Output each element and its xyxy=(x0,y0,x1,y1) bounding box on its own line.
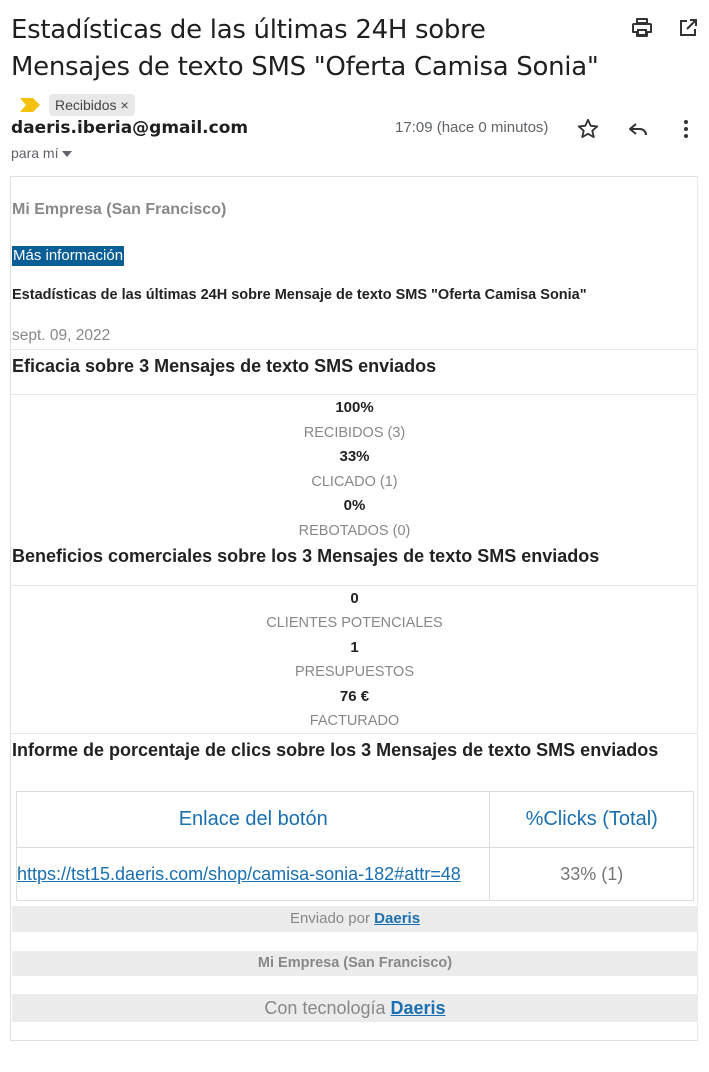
divider xyxy=(11,394,698,395)
leads-value: 0 xyxy=(350,590,359,607)
sent-by-footer: Enviado por Daeris xyxy=(12,906,698,932)
stats-title: Estadísticas de las últimas 24H sobre Me… xyxy=(12,287,587,303)
sent-by-text: Enviado por xyxy=(289,910,370,927)
clicks-heading: Informe de porcentaje de clics sobre los… xyxy=(12,740,659,760)
clicked-value: 33% xyxy=(339,448,370,465)
sent-by-link[interactable]: Daeris xyxy=(374,910,420,927)
divider xyxy=(11,585,698,586)
print-icon[interactable] xyxy=(630,16,654,40)
footer-company: Mi Empresa (San Francisco) xyxy=(12,951,698,976)
company-name: Mi Empresa (San Francisco) xyxy=(12,201,227,218)
remove-label-button[interactable]: × xyxy=(120,97,128,113)
table-header-row: Enlace del botón %Clicks (Total) xyxy=(15,791,694,848)
powered-by-text: Con tecnología xyxy=(264,998,386,1018)
star-icon[interactable] xyxy=(576,117,600,141)
efficacy-heading: Eficacia sobre 3 Mensajes de texto SMS e… xyxy=(12,356,437,376)
table-row: https://tst15.daeris.com/shop/camisa-son… xyxy=(15,847,694,901)
report-date: sept. 09, 2022 xyxy=(12,327,111,344)
recipient-details-toggle[interactable]: para mí xyxy=(11,145,73,161)
powered-by-link[interactable]: Daeris xyxy=(391,998,446,1018)
tracked-link[interactable]: https://tst15.daeris.com/shop/camisa-son… xyxy=(17,864,461,884)
quotes-label: PRESUPUESTOS xyxy=(295,664,414,680)
label-chip-text: Recibidos xyxy=(55,96,117,113)
open-in-new-window-icon[interactable] xyxy=(676,16,700,40)
quotes-value: 1 xyxy=(350,639,359,656)
clicked-label: CLICADO (1) xyxy=(311,474,398,490)
clicks-table: Enlace del botón %Clicks (Total) https:/… xyxy=(15,791,694,901)
link-column-header: Enlace del botón xyxy=(15,791,491,848)
label-chip: Recibidos × xyxy=(49,93,135,116)
more-info-link[interactable]: Más información xyxy=(12,246,125,266)
divider xyxy=(11,733,698,734)
powered-by-footer: Con tecnología Daeris xyxy=(12,994,698,1022)
email-subject: Estadísticas de las últimas 24H sobre Me… xyxy=(11,12,611,123)
subject-title: Estadísticas de las últimas 24H sobre Me… xyxy=(11,15,599,82)
more-options-icon[interactable] xyxy=(674,117,698,141)
billed-value: 76 € xyxy=(339,688,370,705)
email-timestamp: 17:09 (hace 0 minutos) xyxy=(395,119,549,136)
link-cell: https://tst15.daeris.com/shop/camisa-son… xyxy=(15,847,491,901)
bounced-value: 0% xyxy=(343,497,366,514)
important-marker-icon[interactable] xyxy=(19,97,41,113)
leads-label: CLIENTES POTENCIALES xyxy=(266,615,443,631)
billed-label: FACTURADO xyxy=(309,713,400,729)
clicks-column-header: %Clicks (Total) xyxy=(489,791,694,848)
received-value: 100% xyxy=(335,399,374,416)
divider xyxy=(11,349,698,350)
bounced-label: REBOTADOS (0) xyxy=(298,523,411,539)
recipient-label: para mí xyxy=(11,145,59,161)
chevron-down-icon xyxy=(62,151,73,158)
clicks-cell: 33% (1) xyxy=(489,847,694,901)
reply-icon[interactable] xyxy=(626,117,650,141)
sender-email: daeris.iberia@gmail.com xyxy=(11,118,249,138)
benefits-heading: Beneficios comerciales sobre los 3 Mensa… xyxy=(12,546,600,566)
received-label: RECIBIDOS (3) xyxy=(303,425,406,441)
